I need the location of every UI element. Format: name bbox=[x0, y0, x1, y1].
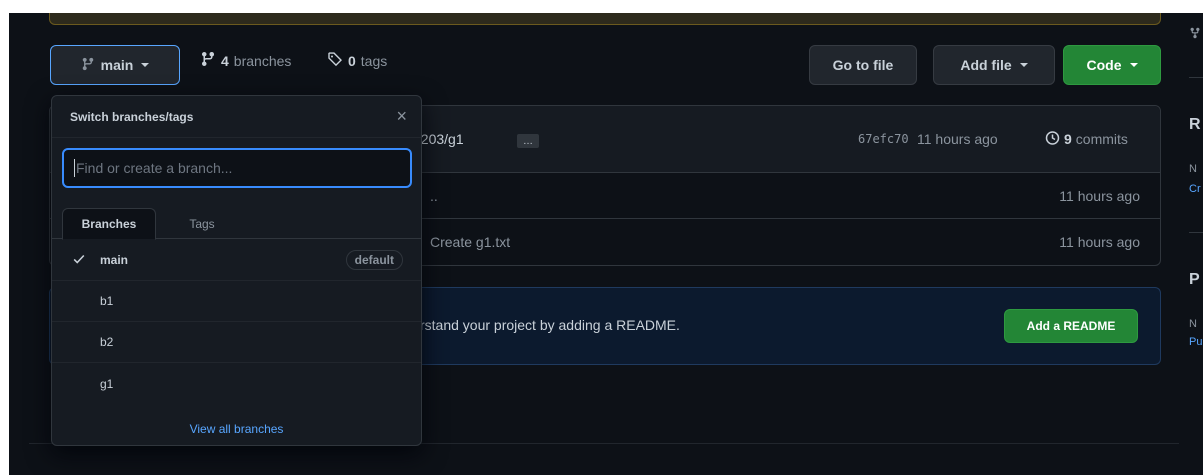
branch-item-b2[interactable]: b2 bbox=[52, 322, 421, 363]
file-time: 11 hours ago bbox=[1059, 234, 1140, 250]
tags-label: tags bbox=[360, 52, 388, 69]
sidebar-text: N bbox=[1189, 163, 1197, 175]
chevron-down-icon bbox=[1129, 63, 1138, 67]
file-time: 11 hours ago bbox=[1059, 187, 1140, 204]
tags-link[interactable]: 0 tags bbox=[327, 51, 387, 70]
branch-select-button[interactable]: main bbox=[50, 45, 180, 85]
chevron-down-icon bbox=[1019, 63, 1028, 67]
commit-ellipsis-button[interactable]: … bbox=[517, 134, 539, 148]
dropdown-tabs: Branches Tags bbox=[52, 208, 421, 240]
check-icon bbox=[72, 252, 86, 269]
branch-select-label: main bbox=[100, 57, 134, 73]
close-icon[interactable]: × bbox=[396, 106, 407, 127]
branch-icon bbox=[81, 57, 95, 74]
view-all-branches-link[interactable]: View all branches bbox=[52, 413, 421, 445]
text-cursor bbox=[74, 159, 75, 177]
tags-count: 0 bbox=[348, 52, 356, 69]
tag-icon bbox=[327, 51, 343, 70]
sidebar-text: N bbox=[1189, 318, 1197, 330]
branch-switcher-dropdown: Switch branches/tags × Find or create a … bbox=[51, 95, 422, 446]
sidebar-link[interactable]: Cr bbox=[1189, 183, 1201, 195]
file-name[interactable]: .. bbox=[430, 188, 438, 204]
commits-label: commits bbox=[1075, 131, 1128, 147]
branch-search-input[interactable]: Find or create a branch... bbox=[62, 148, 412, 188]
branches-label: branches bbox=[233, 52, 292, 69]
commit-sha[interactable]: 67efc70 bbox=[858, 132, 909, 146]
sidebar-divider bbox=[1189, 77, 1203, 78]
tab-tags[interactable]: Tags bbox=[172, 208, 232, 239]
default-badge: default bbox=[345, 250, 403, 270]
sidebar-heading-packages: P bbox=[1189, 271, 1200, 288]
branch-item-g1[interactable]: g1 bbox=[52, 363, 421, 404]
branches-count: 4 bbox=[221, 52, 229, 69]
branch-name: g1 bbox=[100, 376, 114, 391]
commits-count: 9 bbox=[1064, 131, 1072, 147]
chevron-down-icon bbox=[141, 63, 150, 67]
add-readme-label: Add a README bbox=[1026, 319, 1116, 333]
sidebar-divider bbox=[1189, 232, 1203, 233]
add-file-button[interactable]: Add file bbox=[933, 45, 1055, 85]
repo-page: main 4 branches 0 tags Go to file Add fi… bbox=[9, 13, 1203, 475]
dropdown-header: Switch branches/tags × bbox=[52, 96, 421, 138]
add-file-label: Add file bbox=[960, 57, 1012, 73]
history-icon bbox=[1044, 130, 1060, 149]
sidebar-heading-about: R bbox=[1189, 116, 1201, 133]
file-commit-message[interactable]: Create g1.txt bbox=[430, 234, 510, 250]
repo-sidebar: R N Cr P N Pu bbox=[1179, 13, 1203, 475]
commit-time: 11 hours ago bbox=[917, 131, 998, 147]
notice-banner bbox=[49, 13, 1161, 25]
fork-icon bbox=[1189, 26, 1201, 45]
branch-name: main bbox=[100, 253, 129, 267]
tab-branches[interactable]: Branches bbox=[62, 208, 156, 240]
code-button[interactable]: Code bbox=[1063, 45, 1161, 85]
branch-name: b1 bbox=[100, 294, 114, 308]
branches-link[interactable]: 4 branches bbox=[200, 51, 291, 70]
branch-name: b2 bbox=[100, 335, 114, 349]
go-to-file-button[interactable]: Go to file bbox=[809, 45, 917, 85]
branch-item-b1[interactable]: b1 bbox=[52, 281, 421, 322]
add-readme-button[interactable]: Add a README bbox=[1004, 309, 1138, 343]
go-to-file-label: Go to file bbox=[832, 57, 894, 73]
readme-banner-text: rstand your project by adding a README. bbox=[420, 317, 680, 333]
branch-search-placeholder: Find or create a branch... bbox=[76, 160, 233, 176]
commits-link[interactable]: 9 commits bbox=[1044, 130, 1128, 149]
sidebar-link[interactable]: Pu bbox=[1189, 336, 1202, 348]
branch-icon bbox=[200, 51, 216, 70]
code-label: Code bbox=[1086, 57, 1122, 73]
dropdown-title: Switch branches/tags bbox=[70, 109, 194, 124]
branch-item-main[interactable]: main default bbox=[52, 240, 421, 281]
